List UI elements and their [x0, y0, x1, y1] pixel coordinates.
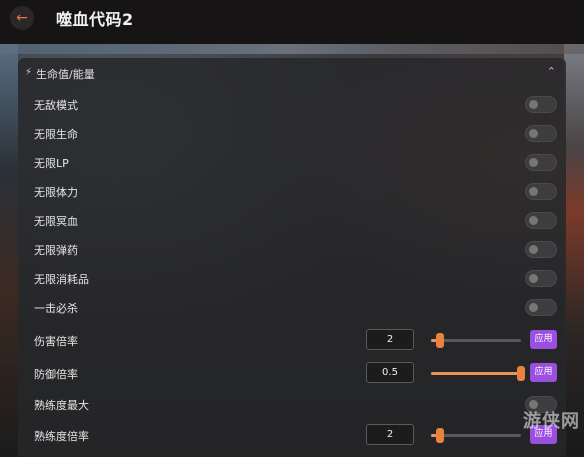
slider-thumb[interactable] [436, 333, 444, 348]
toggle-knob [529, 245, 538, 254]
row-label: 无限消耗品 [34, 273, 89, 286]
row-label: 一击必杀 [34, 302, 78, 315]
toggle-infinite-ichor[interactable] [525, 212, 557, 229]
background-left-edge [0, 44, 18, 457]
row-label: 无限体力 [34, 186, 78, 199]
toggle-one-hit-kill[interactable] [525, 299, 557, 316]
defense-multiplier-input[interactable]: 0.5 [366, 362, 414, 383]
slider-thumb[interactable] [436, 428, 444, 443]
toggle-infinite-ammo[interactable] [525, 241, 557, 258]
background-strip [0, 44, 584, 54]
row-proficiency-max: 熟练度最大 [18, 390, 566, 418]
row-label: 无限冥血 [34, 215, 78, 228]
row-label: 无限生命 [34, 128, 78, 141]
proficiency-multiplier-input[interactable]: 2 [366, 424, 414, 445]
title-bar: ← 噬血代码2 [0, 0, 584, 44]
toggle-god-mode[interactable] [525, 96, 557, 113]
defense-apply-button[interactable]: 应用 [530, 363, 557, 382]
page-title: 噬血代码2 [56, 10, 134, 29]
row-label: 无限弹药 [34, 244, 78, 257]
background-right-edge [564, 44, 584, 457]
row-label: 熟练度倍率 [34, 430, 89, 443]
row-proficiency-multiplier: 熟练度倍率 2 应用 [18, 421, 566, 449]
toggle-knob [529, 129, 538, 138]
back-button[interactable]: ← [10, 6, 34, 30]
damage-multiplier-slider[interactable] [431, 333, 521, 348]
row-label: 无限LP [34, 157, 69, 170]
toggle-infinite-stamina[interactable] [525, 183, 557, 200]
cheat-panel: ⚡︎ 生命值/能量 ⌃ 无敌模式 无限生命 无限LP 无限体力 无限冥血 无限弹… [18, 58, 566, 457]
section-header-health-energy[interactable]: ⚡︎ 生命值/能量 ⌃ [18, 58, 566, 88]
row-label: 伤害倍率 [34, 335, 78, 348]
row-label: 无敌模式 [34, 99, 78, 112]
toggle-knob [529, 303, 538, 312]
defense-multiplier-slider[interactable] [431, 366, 525, 381]
row-label: 防御倍率 [34, 368, 78, 381]
arrow-left-icon: ← [16, 10, 28, 26]
toggle-infinite-consumables[interactable] [525, 270, 557, 287]
row-one-hit-kill: 一击必杀 [18, 293, 566, 321]
row-label: 熟练度最大 [34, 399, 89, 412]
row-infinite-ichor: 无限冥血 [18, 206, 566, 234]
toggle-knob [529, 216, 538, 225]
row-infinite-ammo: 无限弹药 [18, 235, 566, 263]
slider-thumb[interactable] [517, 366, 525, 381]
row-god-mode: 无敌模式 [18, 90, 566, 118]
damage-multiplier-input[interactable]: 2 [366, 329, 414, 350]
row-infinite-stamina: 无限体力 [18, 177, 566, 205]
toggle-infinite-health[interactable] [525, 125, 557, 142]
row-infinite-consumables: 无限消耗品 [18, 264, 566, 292]
lightning-icon: ⚡︎ [25, 67, 33, 78]
slider-fill [431, 372, 521, 375]
row-infinite-health: 无限生命 [18, 119, 566, 147]
toggle-infinite-lp[interactable] [525, 154, 557, 171]
row-infinite-lp: 无限LP [18, 148, 566, 176]
toggle-knob [529, 158, 538, 167]
damage-apply-button[interactable]: 应用 [530, 330, 557, 349]
proficiency-multiplier-slider[interactable] [431, 428, 521, 443]
watermark-text: 游侠网 [523, 411, 580, 432]
toggle-knob [529, 274, 538, 283]
row-damage-multiplier: 伤害倍率 2 应用 [18, 326, 566, 354]
section-title: 生命值/能量 [36, 68, 95, 81]
toggle-knob [529, 100, 538, 109]
chevron-up-icon[interactable]: ⌃ [547, 65, 556, 78]
toggle-knob [529, 187, 538, 196]
row-defense-multiplier: 防御倍率 0.5 应用 [18, 359, 566, 387]
